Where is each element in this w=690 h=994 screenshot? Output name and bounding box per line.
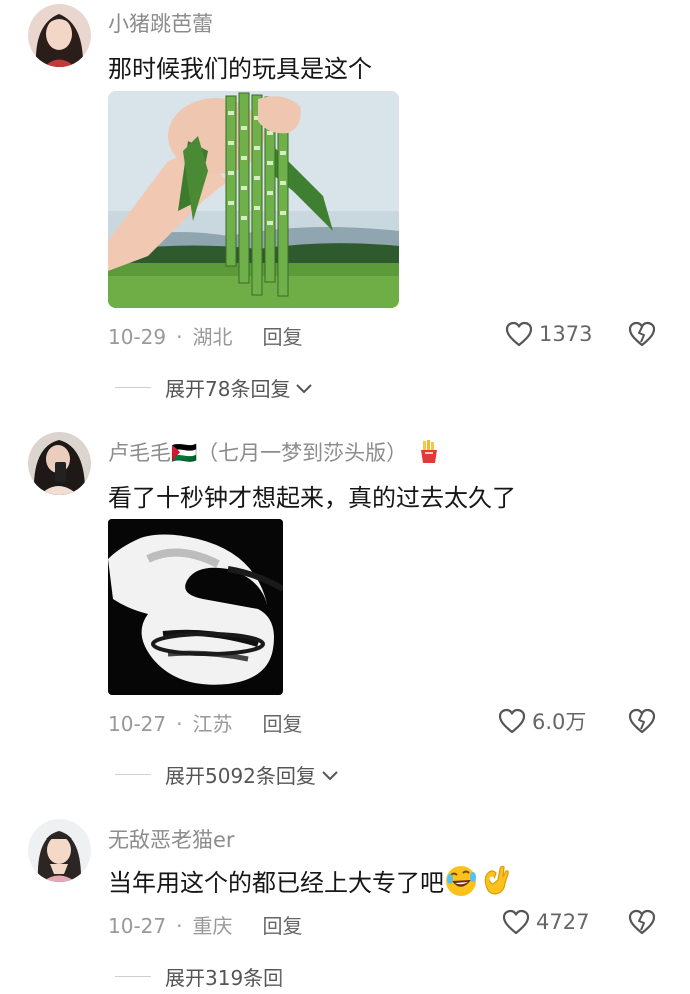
chevron-down-icon [296, 383, 313, 393]
comment-text: 那时候我们的玩具是这个 [108, 55, 372, 83]
broken-heart-icon [628, 321, 656, 347]
expand-replies-label: 展开5092条回复 [165, 764, 316, 788]
expand-replies-label: 展开319条回 [165, 966, 284, 990]
divider-line [115, 976, 151, 977]
username-text: 卢毛毛🇵🇸（七月一梦到莎头版） [108, 441, 408, 465]
comment-meta: 10-27 · 重庆 回复 [108, 910, 302, 939]
dislike-button[interactable] [628, 707, 656, 735]
meta-dot: · [176, 712, 183, 736]
expand-replies-label: 展开78条回复 [165, 377, 291, 401]
heart-icon [498, 708, 526, 734]
meta-dot: · [176, 325, 183, 349]
reply-button[interactable]: 回复 [262, 325, 302, 349]
expand-replies-button[interactable]: 展开319条回 [115, 962, 283, 991]
username[interactable]: 无敌恶老猫er [108, 824, 235, 854]
comment-location: 湖北 [192, 325, 233, 349]
comment-image[interactable] [108, 519, 283, 695]
comment-image[interactable] [108, 91, 399, 308]
comment-text: 当年用这个的都已经上大专了吧 [108, 863, 512, 898]
fries-icon [420, 440, 437, 463]
like-count: 1373 [539, 322, 593, 346]
comment-location: 重庆 [192, 914, 233, 938]
avatar[interactable] [28, 4, 91, 67]
comment-date: 10-27 [108, 712, 167, 736]
comment-meta: 10-27 · 江苏 回复 [108, 708, 302, 737]
reply-button[interactable]: 回复 [262, 914, 302, 938]
dislike-button[interactable] [628, 908, 656, 936]
like-button[interactable]: 6.0万 [498, 707, 586, 735]
like-count: 6.0万 [532, 710, 587, 734]
heart-icon [505, 321, 533, 347]
comment-date: 10-27 [108, 914, 167, 938]
expand-replies-button[interactable]: 展开5092条回复 [115, 760, 340, 789]
like-count: 4727 [536, 910, 590, 934]
expand-replies-button[interactable]: 展开78条回复 [115, 373, 314, 402]
comment-date: 10-29 [108, 325, 167, 349]
like-button[interactable]: 4727 [502, 908, 589, 936]
avatar[interactable] [28, 432, 91, 495]
meta-dot: · [176, 914, 183, 938]
comment-text-content: 当年用这个的都已经上大专了吧 [108, 869, 444, 897]
broken-heart-icon [628, 909, 656, 935]
ok-hand-emoji [484, 865, 509, 895]
like-button[interactable]: 1373 [505, 320, 592, 348]
avatar[interactable] [28, 819, 91, 882]
divider-line [115, 774, 151, 775]
username[interactable]: 卢毛毛🇵🇸（七月一梦到莎头版） [108, 437, 440, 467]
comment-text: 看了十秒钟才想起来，真的过去太久了 [108, 484, 516, 512]
comment-location: 江苏 [192, 712, 233, 736]
username[interactable]: 小猪跳芭蕾 [108, 8, 213, 38]
watermark-blur [275, 958, 425, 994]
rolling-laughing-emoji [446, 866, 476, 896]
reply-button[interactable]: 回复 [262, 712, 302, 736]
heart-icon [502, 909, 530, 935]
comment-meta: 10-29 · 湖北 回复 [108, 321, 302, 350]
dislike-button[interactable] [628, 320, 656, 348]
broken-heart-icon [628, 708, 656, 734]
divider-line [115, 387, 151, 388]
chevron-down-icon [322, 770, 338, 780]
